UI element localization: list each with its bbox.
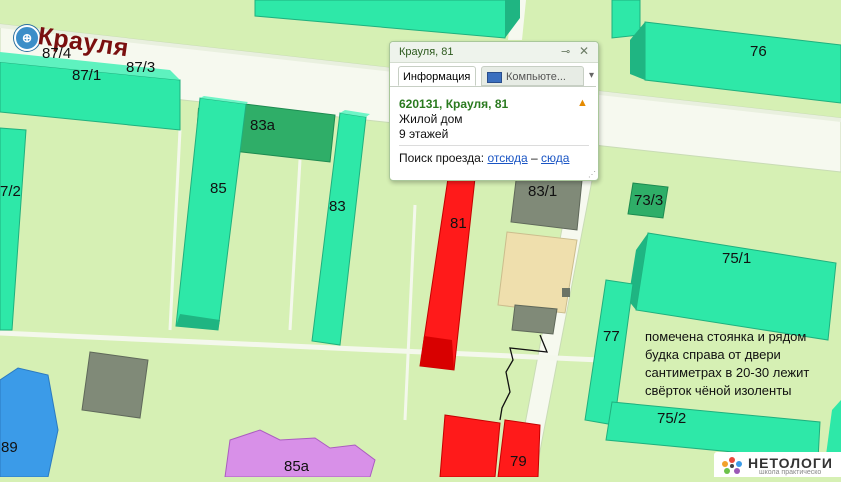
logo-subtitle: школа практическо (759, 469, 822, 476)
tab-info[interactable]: Информация (398, 66, 476, 86)
building-label: 87/4 (42, 45, 72, 62)
divider (399, 145, 589, 146)
chevron-down-icon[interactable]: ▾ (589, 70, 594, 81)
popup-header: Крауля, 81 ⊸ ✕ (390, 42, 598, 63)
building-label: 83/1 (528, 183, 558, 200)
building-label: 81 (450, 215, 467, 232)
building-label: 89 (1, 439, 18, 456)
building-label: 87/1 (72, 67, 102, 84)
tab-computer-label: Компьюте... (506, 71, 566, 83)
building-label: 83а (250, 117, 276, 134)
popup-tabs: Информация Компьюте... ▾ (398, 66, 595, 87)
building-label: 87/3 (126, 59, 156, 76)
building-label: 73/3 (634, 192, 664, 209)
building-label: 83 (329, 198, 346, 215)
warning-icon[interactable]: ▲ (577, 97, 588, 109)
netology-logo: НЕТОЛОГИ школа практическо (714, 452, 841, 477)
route-from-link[interactable]: отсюда (487, 151, 527, 165)
building-type: Жилой дом (399, 112, 463, 126)
logo-flower-icon (722, 457, 742, 474)
building-label: 75/2 (657, 410, 687, 427)
building-label: 79 (510, 453, 527, 470)
building-label: 75/1 (722, 250, 752, 267)
map-note: помечена стоянка и рядом будка справа от… (645, 329, 810, 398)
address: 620131, Крауля, 81 (399, 97, 509, 111)
tab-divider (390, 86, 596, 87)
computer-icon (487, 72, 502, 83)
floor-count: 9 этажей (399, 127, 449, 141)
building-label: 85 (210, 180, 227, 197)
close-icon[interactable]: ✕ (579, 44, 589, 58)
route-to-link[interactable]: сюда (541, 151, 569, 165)
pin-icon[interactable]: ⊸ (561, 45, 570, 58)
resize-grip-icon[interactable]: ⋰ (588, 170, 596, 179)
building-label: 7/2 (0, 183, 21, 200)
route-search: Поиск проезда: отсюда – сюда (399, 151, 569, 165)
info-popup: Крауля, 81 ⊸ ✕ Информация Компьюте... ▾ … (389, 41, 599, 181)
tab-computer[interactable]: Компьюте... (481, 66, 584, 86)
building-label: 77 (603, 328, 620, 345)
route-dash: – (530, 151, 538, 165)
popup-title: Крауля, 81 (399, 46, 454, 58)
building-label: 85а (284, 458, 310, 475)
route-label: Поиск проезда: (399, 151, 485, 165)
building-label: 76 (750, 43, 767, 60)
